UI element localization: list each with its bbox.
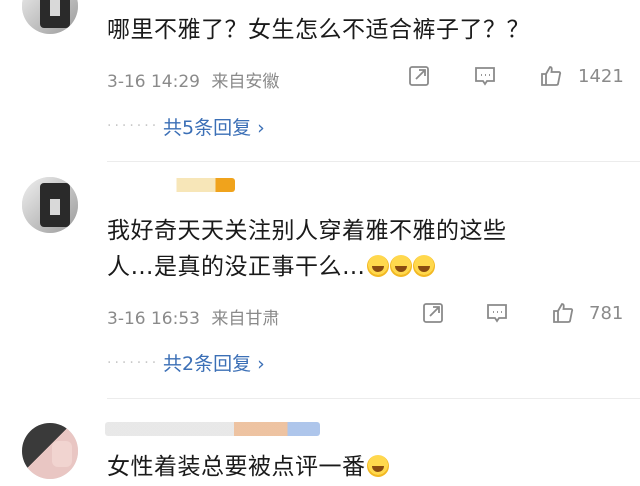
comment-icon[interactable] xyxy=(473,64,497,88)
like-count: 781 xyxy=(589,303,624,324)
comment-location: 来自甘肃 xyxy=(211,309,280,329)
username[interactable] xyxy=(105,422,320,436)
laugh-cry-emoji-icon xyxy=(366,455,389,477)
laugh-cry-emoji-icon xyxy=(366,255,389,277)
share-icon[interactable] xyxy=(421,301,445,325)
comment-meta: 3-16 16:53 来自甘肃 xyxy=(107,304,279,329)
laugh-cry-emoji-icon xyxy=(389,255,412,277)
username[interactable] xyxy=(105,178,235,192)
comment-text-line-1: 我好奇天天关注别人穿着雅不雅的这些 xyxy=(107,218,507,244)
comment-icon[interactable] xyxy=(485,301,509,325)
reply-dots: ······· xyxy=(107,118,160,134)
view-replies-link[interactable]: 共5条回复 › xyxy=(163,113,265,140)
avatar[interactable] xyxy=(22,423,78,479)
comment-text-line-2-content: 人…是真的没正事干么… xyxy=(107,254,366,280)
comment-text-line-2: 人…是真的没正事干么… xyxy=(107,249,435,286)
comment-time: 3-16 14:29 xyxy=(107,72,200,92)
like-count: 1421 xyxy=(578,66,624,87)
comment-text: 女性着装总要被点评一番 xyxy=(107,449,389,486)
avatar[interactable] xyxy=(22,0,78,34)
share-icon[interactable] xyxy=(407,64,431,88)
like-icon[interactable] xyxy=(539,64,563,88)
divider xyxy=(107,161,640,162)
comment-meta: 3-16 14:29 来自安徽 xyxy=(107,67,279,92)
laugh-cry-emoji-icon xyxy=(412,255,435,277)
reply-dots: ······· xyxy=(107,355,160,371)
view-replies-link[interactable]: 共2条回复 › xyxy=(163,349,265,376)
like-icon[interactable] xyxy=(551,301,575,325)
comment-location: 来自安徽 xyxy=(211,72,280,92)
divider xyxy=(107,398,640,399)
comment-time: 3-16 16:53 xyxy=(107,309,200,329)
avatar[interactable] xyxy=(22,177,78,233)
comment-text-content: 女性着装总要被点评一番 xyxy=(107,454,366,480)
comment-text: 哪里不雅了？女生怎么不适合裤子了？？ xyxy=(107,17,530,43)
